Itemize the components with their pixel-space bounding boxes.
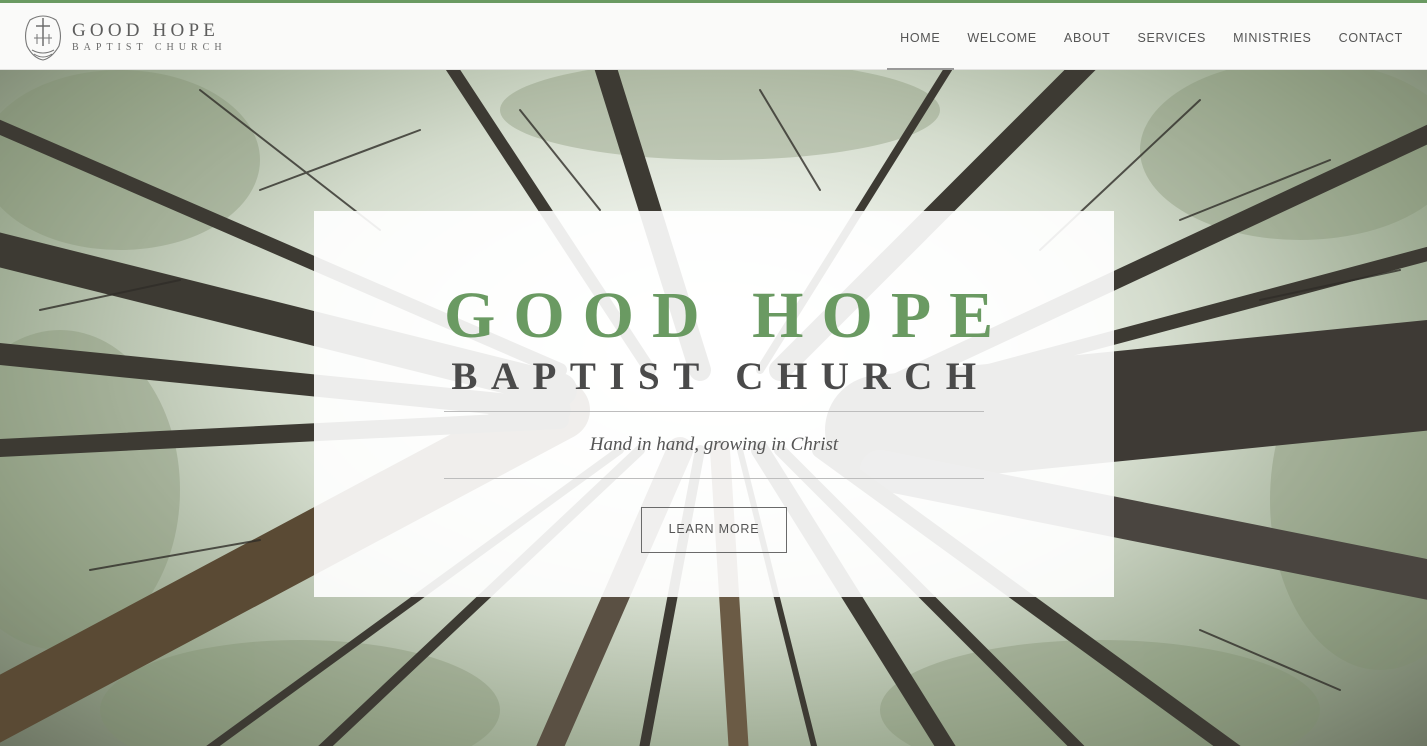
main-nav: HOME WELCOME ABOUT SERVICES MINISTRIES C… — [886, 3, 1427, 71]
nav-welcome[interactable]: WELCOME — [954, 3, 1051, 70]
hero-section: GOOD HOPE BAPTIST CHURCH Hand in hand, g… — [0, 70, 1427, 746]
hero-subtitle: BAPTIST CHURCH — [451, 355, 990, 398]
nav-ministries[interactable]: MINISTRIES — [1220, 3, 1326, 70]
logo-subtitle: BAPTIST CHURCH — [72, 42, 227, 53]
nav-home[interactable]: HOME — [886, 3, 955, 71]
nav-about[interactable]: ABOUT — [1050, 3, 1124, 70]
site-header: GOOD HOPE BAPTIST CHURCH HOME WELCOME AB… — [0, 3, 1427, 71]
hero-card: GOOD HOPE BAPTIST CHURCH Hand in hand, g… — [314, 211, 1114, 597]
hero-title: GOOD HOPE — [444, 279, 1012, 352]
site-logo[interactable]: GOOD HOPE BAPTIST CHURCH — [22, 10, 227, 64]
nav-contact[interactable]: CONTACT — [1325, 3, 1427, 70]
nav-services[interactable]: SERVICES — [1124, 3, 1220, 70]
logo-title: GOOD HOPE — [72, 20, 220, 41]
divider-bottom — [444, 478, 984, 479]
learn-more-button[interactable]: LEARN MORE — [641, 507, 787, 553]
hero-tagline: Hand in hand, growing in Christ — [589, 434, 839, 455]
church-cross-logo-icon — [24, 15, 62, 61]
